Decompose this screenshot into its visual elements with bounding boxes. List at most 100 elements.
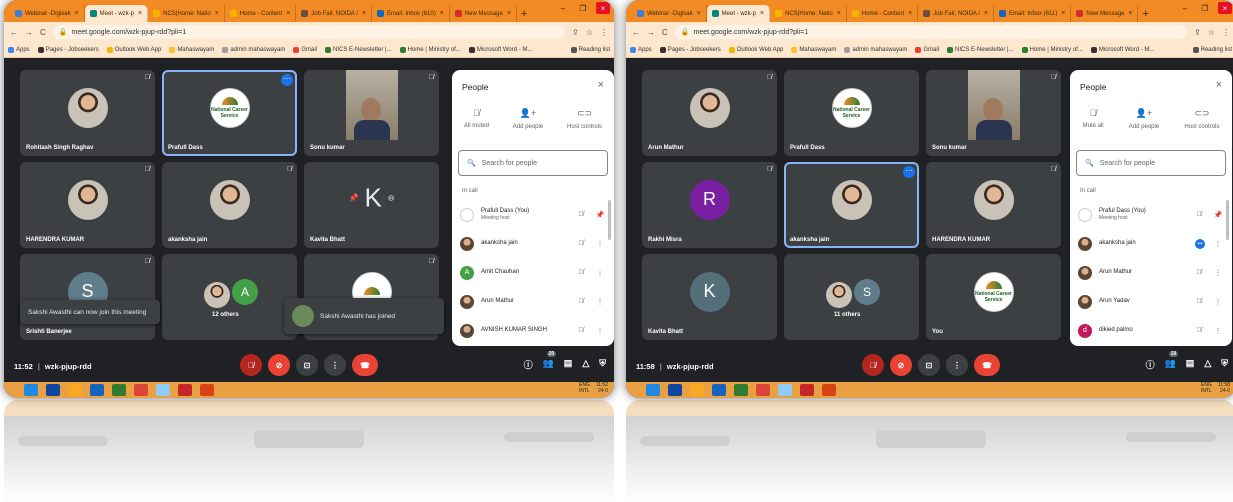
bookmark-item[interactable]: Pages - Jobseekers xyxy=(659,46,721,53)
language-indicator[interactable]: ENG INTL xyxy=(1201,382,1212,394)
list-item[interactable]: AVNISH KUMAR SINGH 🎙̸ ⋮ xyxy=(452,316,614,345)
explorer-icon[interactable] xyxy=(690,384,704,396)
participant-tile[interactable]: National Career Service Prafull Dass xyxy=(784,70,919,156)
bookmark-item[interactable]: Gmail xyxy=(293,46,317,53)
powerpoint-icon[interactable] xyxy=(822,384,836,396)
clock[interactable]: 11:58 24-0 xyxy=(1218,382,1230,394)
browser-tab[interactable]: Job Fair, NOIDA / × xyxy=(296,5,373,22)
close-icon[interactable]: × xyxy=(1128,10,1132,17)
extensions-icon[interactable]: ⋮ xyxy=(600,28,608,37)
add-people-button[interactable]: 👤+ Add people xyxy=(513,108,543,130)
end-call-button[interactable]: ☎ xyxy=(352,354,378,376)
close-icon[interactable]: × xyxy=(984,10,988,17)
new-tab-icon[interactable]: + xyxy=(521,5,527,22)
edge-icon[interactable] xyxy=(646,384,660,396)
present-button[interactable]: ⊡ xyxy=(296,354,318,376)
word-icon[interactable] xyxy=(90,384,104,396)
info-icon[interactable]: ⓘ xyxy=(1146,358,1155,371)
browser-tab[interactable]: New Message × xyxy=(450,5,517,22)
mic-off-icon[interactable]: 🎙̸ xyxy=(575,240,587,247)
close-icon[interactable]: × xyxy=(1061,10,1065,17)
more-options-icon[interactable]: ⋮ xyxy=(1212,269,1224,277)
list-item[interactable]: d dikied palmo 🎙̸ ⋮ xyxy=(1070,316,1232,345)
minimize-icon[interactable]: – xyxy=(556,2,570,14)
info-icon[interactable]: ⓘ xyxy=(524,358,533,371)
bookmark-item[interactable]: admin mahaswayam xyxy=(844,46,907,53)
browser-tab[interactable]: New Message × xyxy=(1071,5,1139,22)
more-options-icon[interactable]: ⋯ xyxy=(903,166,915,178)
back-icon[interactable]: ← xyxy=(632,28,640,37)
participant-tile[interactable]: 🎙̸ HARENDRA KUMAR xyxy=(926,162,1061,248)
remove-icon[interactable]: ⊖ xyxy=(388,194,395,203)
reload-icon[interactable]: C xyxy=(40,28,46,37)
browser-tab[interactable]: NCS|Home: Natio × xyxy=(148,5,225,22)
bookmark-item[interactable]: Home | Ministry of... xyxy=(399,46,461,53)
pin-icon[interactable]: 📌 xyxy=(1212,211,1224,219)
bookmark-apps[interactable]: Apps xyxy=(8,46,30,53)
close-icon[interactable]: × xyxy=(598,79,604,91)
new-tab-icon[interactable]: + xyxy=(1142,5,1148,22)
participant-tile[interactable]: 🎙̸ akanksha jain xyxy=(162,162,297,248)
host-controls-button[interactable]: ⊂⊃ Host controls xyxy=(567,108,602,130)
explorer-icon[interactable] xyxy=(68,384,82,396)
participant-tile[interactable]: 🎙̸ HARENDRA KUMAR xyxy=(20,162,155,248)
camera-toggle-button[interactable]: ⊘ xyxy=(890,354,912,376)
add-people-button[interactable]: 👤+ Add people xyxy=(1129,108,1159,130)
reading-list[interactable]: Reading list xyxy=(570,46,610,53)
extensions-icon[interactable]: ⋮ xyxy=(1222,28,1230,37)
bookmark-item[interactable]: Outlook Web App xyxy=(106,46,161,53)
more-options-icon[interactable]: ⋮ xyxy=(1212,298,1224,306)
mic-toggle-button[interactable]: 🎙̸ xyxy=(240,354,262,376)
bookmark-item[interactable]: Home | Ministry of... xyxy=(1021,46,1083,53)
participant-tile-active[interactable]: ⋯ akanksha jain xyxy=(784,162,919,248)
participant-tile[interactable]: S 🎙̸ Srishti Banerjee xyxy=(20,254,155,340)
list-item[interactable]: Arun Mathur 🎙̸ ⋮ xyxy=(452,287,614,316)
reading-list[interactable]: Reading list xyxy=(1192,46,1232,53)
participant-tile[interactable]: K Kavita Bhatt xyxy=(642,254,777,340)
more-options-icon[interactable]: ⋯ xyxy=(281,74,293,86)
search-input[interactable]: 🔍 Search for people xyxy=(458,150,608,176)
bookmark-item[interactable]: NICS E-Newsletter |... xyxy=(325,46,392,53)
people-icon[interactable]: 👥 19 xyxy=(1165,351,1179,371)
list-item[interactable]: A Amit Chauhan 🎙̸ ⋮ xyxy=(452,258,614,287)
close-icon[interactable]: × xyxy=(1216,79,1222,91)
bookmark-item[interactable]: Microsoft Word - M... xyxy=(468,46,532,53)
more-options-icon[interactable]: ⋮ xyxy=(1212,240,1224,248)
bookmark-item[interactable]: Mahaswayam xyxy=(791,46,836,53)
bookmark-apps[interactable]: Apps xyxy=(630,46,652,53)
browser-tab[interactable]: NCS|Home: Natio × xyxy=(770,5,847,22)
close-icon[interactable]: × xyxy=(837,10,841,17)
host-controls-icon[interactable]: ⛨ xyxy=(599,358,606,371)
mic-off-icon[interactable]: 🎙̸ xyxy=(1193,211,1205,218)
close-icon[interactable]: × xyxy=(138,10,142,17)
bookmark-item[interactable]: NICS E-Newsletter |... xyxy=(947,46,1014,53)
more-options-icon[interactable]: ⋮ xyxy=(594,298,606,306)
word-icon[interactable] xyxy=(712,384,726,396)
activities-icon[interactable]: △ xyxy=(1204,358,1211,371)
host-controls-icon[interactable]: ⛨ xyxy=(1221,358,1228,371)
more-options-icon[interactable]: ⋮ xyxy=(594,269,606,277)
maximize-icon[interactable]: ❐ xyxy=(576,2,590,14)
ie-icon[interactable] xyxy=(668,384,682,396)
bookmark-item[interactable]: Gmail xyxy=(915,46,939,53)
more-options-icon[interactable]: ⋮ xyxy=(594,240,606,248)
mute-all-button[interactable]: 🎙̸ Mute all xyxy=(1083,108,1104,130)
browser-tab[interactable]: Home - Content × xyxy=(225,5,297,22)
browser-tab[interactable]: Home - Content × xyxy=(847,5,919,22)
participant-tile[interactable]: R 🎙̸ Rakhi Misra xyxy=(642,162,777,248)
app-icon[interactable] xyxy=(156,384,170,396)
mic-off-icon[interactable]: 🎙̸ xyxy=(575,211,587,218)
participant-tile[interactable]: 🎙̸ Sonu kumar xyxy=(304,70,439,156)
close-icon[interactable]: × xyxy=(215,10,219,17)
back-icon[interactable]: ← xyxy=(10,28,18,37)
clock[interactable]: 11:52 24-0 xyxy=(596,382,608,394)
list-item[interactable]: Arun Mathur 🎙̸ ⋮ xyxy=(1070,258,1232,287)
pdf-icon[interactable] xyxy=(178,384,192,396)
browser-tab[interactable]: Email: Inbox (611) × xyxy=(994,5,1072,22)
chat-icon[interactable]: ▤ xyxy=(564,358,573,371)
mic-toggle-button[interactable]: 🎙̸ xyxy=(862,354,884,376)
minimize-icon[interactable]: – xyxy=(1178,2,1192,14)
bookmark-item[interactable]: Outlook Web App xyxy=(728,46,783,53)
close-icon[interactable]: × xyxy=(75,10,79,17)
participant-tile-active[interactable]: National Career Service ⋯ Prafull Dass xyxy=(162,70,297,156)
